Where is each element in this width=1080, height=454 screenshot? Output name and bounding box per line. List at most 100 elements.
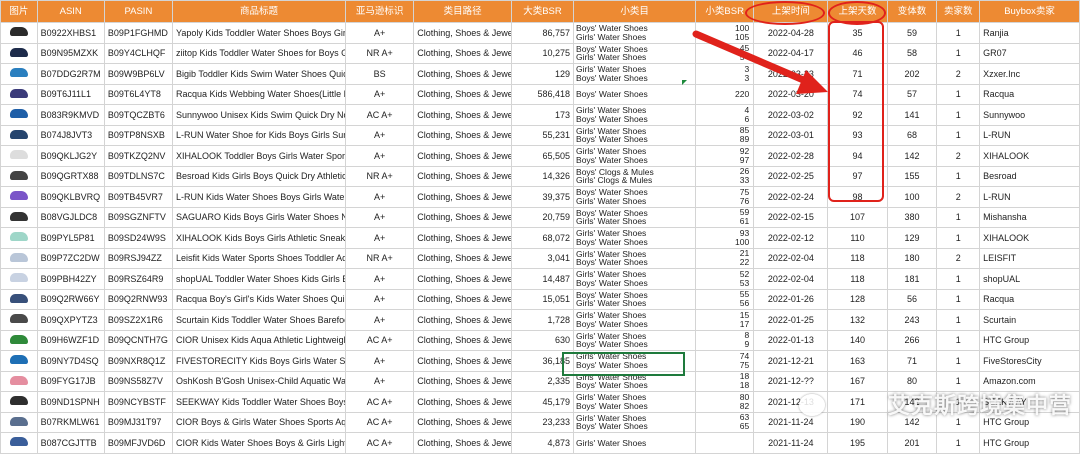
table-row[interactable]: B09Q2RW66Y B09Q2RNW93 Racqua Boy's Girl's …	[0, 288, 1080, 310]
category-path-cell[interactable]: Clothing, Shoes & Jewelry	[413, 227, 512, 249]
buybox-seller-cell[interactable]: L-RUN	[979, 124, 1080, 146]
sub-bsr-cell[interactable]: 80 82	[695, 391, 755, 413]
category-path-cell[interactable]: Clothing, Shoes & Jewelry	[413, 309, 512, 331]
sub-category-cell[interactable]: Girls' Water Shoes Boys' Water Shoes	[573, 391, 697, 413]
buybox-seller-cell[interactable]: Ranjia	[979, 22, 1080, 44]
variant-count-cell[interactable]: 71	[886, 350, 938, 372]
category-path-cell[interactable]: Clothing, Shoes & Jewelry	[413, 206, 512, 228]
table-row[interactable]: B09NY7D4SQ B09NXR8Q1Z FIVESTORECITY Kids B…	[0, 350, 1080, 372]
bsr-cell[interactable]: 45,179	[510, 391, 575, 413]
sub-bsr-cell[interactable]: 21 22	[695, 247, 755, 269]
product-image[interactable]	[0, 268, 38, 290]
table-row[interactable]: B083R9KMVD B09TQCZBT6 Sunnywoo Unisex Kids…	[0, 104, 1080, 126]
seller-count-cell[interactable]: 1	[936, 83, 981, 105]
pasin-cell[interactable]: B09TDLNS7C	[103, 165, 174, 187]
bsr-cell[interactable]: 129	[510, 63, 575, 85]
bsr-cell[interactable]: 630	[510, 329, 575, 351]
badge-cell[interactable]: A+	[345, 309, 415, 331]
pasin-cell[interactable]: B09W9BP6LV	[103, 63, 174, 85]
listing-date-cell[interactable]: 2022-02-28	[753, 145, 829, 167]
column-header[interactable]: 亚马逊标识	[345, 0, 415, 23]
buybox-seller-cell[interactable]: GR07	[979, 42, 1080, 64]
asin-cell[interactable]: B09PYL5P81	[36, 227, 105, 249]
listing-date-cell[interactable]: 2022-02-15	[753, 206, 829, 228]
listing-days-cell[interactable]: 118	[827, 268, 888, 290]
bsr-cell[interactable]: 14,487	[510, 268, 575, 290]
asin-cell[interactable]: B09QXPYTZ3	[36, 309, 105, 331]
bsr-cell[interactable]: 1,728	[510, 309, 575, 331]
variant-count-cell[interactable]: 266	[886, 329, 938, 351]
buybox-seller-cell[interactable]: XIHALOOK	[979, 145, 1080, 167]
pasin-cell[interactable]: B09RSZ64R9	[103, 268, 174, 290]
bsr-cell[interactable]: 86,757	[510, 22, 575, 44]
bsr-cell[interactable]: 65,505	[510, 145, 575, 167]
title-cell[interactable]: CIOR Kids Water Shoes Boys & Girls Light…	[171, 432, 347, 454]
seller-count-cell[interactable]: 1	[936, 350, 981, 372]
sub-category-cell[interactable]: Girls' Water Shoes Boys' Water Shoes	[573, 104, 697, 126]
sub-bsr-cell[interactable]: 92 97	[695, 145, 755, 167]
table-row[interactable]: B09PYL5P81 B09SD24W9S XIHALOOK Kids Boys G…	[0, 227, 1080, 249]
sub-category-cell[interactable]: Girls' Water Shoes Boys' Water Shoes	[573, 63, 697, 85]
variant-count-cell[interactable]: 129	[886, 227, 938, 249]
variant-count-cell[interactable]: 201	[886, 432, 938, 454]
buybox-seller-cell[interactable]: Xzxer.Inc	[979, 63, 1080, 85]
title-cell[interactable]: Scurtain Kids Toddler Water Shoes Barefo…	[171, 309, 347, 331]
title-cell[interactable]: Racqua Boy's Girl's Kids Water Shoes Qui…	[171, 288, 347, 310]
pasin-cell[interactable]: B09NS58Z7V	[103, 370, 174, 392]
badge-cell[interactable]: NR A+	[345, 42, 415, 64]
bsr-cell[interactable]: 39,375	[510, 186, 575, 208]
category-path-cell[interactable]: Clothing, Shoes & Jewelry	[413, 42, 512, 64]
column-header[interactable]: 类目路径	[413, 0, 512, 23]
product-image[interactable]	[0, 165, 38, 187]
asin-cell[interactable]: B08VGJLDC8	[36, 206, 105, 228]
listing-days-cell[interactable]: 107	[827, 206, 888, 228]
seller-count-cell[interactable]: 1	[936, 268, 981, 290]
category-path-cell[interactable]: Clothing, Shoes & Jewelry	[413, 145, 512, 167]
pasin-cell[interactable]: B09SZ2X1R6	[103, 309, 174, 331]
category-path-cell[interactable]: Clothing, Shoes & Jewelry	[413, 22, 512, 44]
product-image[interactable]	[0, 432, 38, 454]
variant-count-cell[interactable]: 180	[886, 247, 938, 269]
title-cell[interactable]: XIHALOOK Kids Boys Girls Athletic Sneake…	[171, 227, 347, 249]
variant-count-cell[interactable]: 56	[886, 288, 938, 310]
seller-count-cell[interactable]: 1	[936, 22, 981, 44]
table-row[interactable]: B09QKLBVRQ B09TB45VR7 L-RUN Kids Water Sho…	[0, 186, 1080, 208]
variant-count-cell[interactable]: 59	[886, 22, 938, 44]
category-path-cell[interactable]: Clothing, Shoes & Jewelry	[413, 124, 512, 146]
sub-category-cell[interactable]: Girls' Water Shoes Boys' Water Shoes	[573, 309, 697, 331]
table-row[interactable]: B0922XHBS1 B09P1FGHMD Yapoly Kids Toddler …	[0, 22, 1080, 44]
seller-count-cell[interactable]: 1	[936, 432, 981, 454]
pasin-cell[interactable]: B09TKZQ2NV	[103, 145, 174, 167]
category-path-cell[interactable]: Clothing, Shoes & Jewelry	[413, 104, 512, 126]
title-cell[interactable]: shopUAL Toddler Water Shoes Kids Girls B…	[171, 268, 347, 290]
sub-category-cell[interactable]: Girls' Water Shoes Boys' Water Shoes	[573, 124, 697, 146]
table-row[interactable]: B09QKLJG2Y B09TKZQ2NV XIHALOOK Toddler Boy…	[0, 145, 1080, 167]
title-cell[interactable]: L-RUN Kids Water Shoes Boys Girls Water …	[171, 186, 347, 208]
pasin-cell[interactable]: B09T6L4YT8	[103, 83, 174, 105]
sub-category-cell[interactable]: Girls' Water Shoes Boys' Water Shoes	[573, 227, 697, 249]
listing-date-cell[interactable]: 2022-02-04	[753, 268, 829, 290]
category-path-cell[interactable]: Clothing, Shoes & Jewelry	[413, 391, 512, 413]
table-row[interactable]: B074J8JVT3 B09TP8NSXB L-RUN Water Shoe for…	[0, 124, 1080, 146]
product-image[interactable]	[0, 227, 38, 249]
asin-cell[interactable]: B09QKLJG2Y	[36, 145, 105, 167]
badge-cell[interactable]: AC A+	[345, 104, 415, 126]
seller-count-cell[interactable]: 1	[936, 288, 981, 310]
column-header[interactable]: 图片	[0, 0, 38, 23]
sub-category-cell[interactable]: Girls' Water Shoes Boys' Water Shoes	[573, 247, 697, 269]
buybox-seller-cell[interactable]: XIHALOOK	[979, 227, 1080, 249]
pasin-cell[interactable]: B09NXR8Q1Z	[103, 350, 174, 372]
badge-cell[interactable]: NR A+	[345, 247, 415, 269]
asin-cell[interactable]: B09ND1SPNH	[36, 391, 105, 413]
asin-cell[interactable]: B09H6WZF1D	[36, 329, 105, 351]
badge-cell[interactable]: A+	[345, 268, 415, 290]
pasin-cell[interactable]: B09TQCZBT6	[103, 104, 174, 126]
asin-cell[interactable]: B07RKMLW61	[36, 411, 105, 433]
pasin-cell[interactable]: B09MFJVD6D	[103, 432, 174, 454]
listing-days-cell[interactable]: 110	[827, 227, 888, 249]
bsr-cell[interactable]: 68,072	[510, 227, 575, 249]
sub-bsr-cell[interactable]: 55 56	[695, 288, 755, 310]
product-image[interactable]	[0, 370, 38, 392]
buybox-seller-cell[interactable]: Scurtain	[979, 309, 1080, 331]
product-image[interactable]	[0, 186, 38, 208]
